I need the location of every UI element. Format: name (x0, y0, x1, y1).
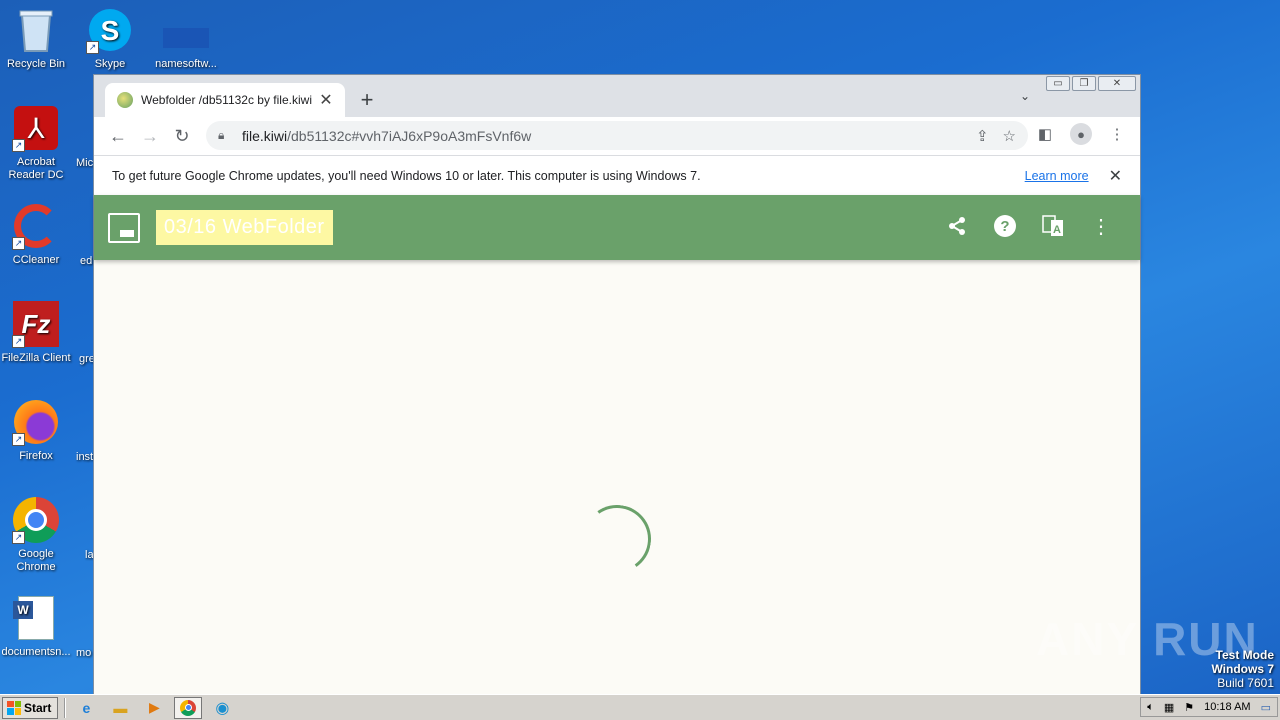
forward-button[interactable]: → (134, 120, 166, 152)
web-page: 03/16 WebFolder ? A ⋮ (94, 195, 1140, 694)
word-document-icon: W (12, 594, 60, 642)
desktop-partial-label: mo (76, 647, 92, 659)
file-explorer-icon[interactable]: ▬ (106, 697, 134, 719)
windows-logo-icon (7, 700, 21, 715)
back-button[interactable]: ← (102, 120, 134, 152)
update-infobar: To get future Google Chrome updates, you… (94, 155, 1140, 195)
chrome-menu-icon[interactable]: ⋮ (1104, 121, 1130, 147)
tab-title: Webfolder /db51132c by file.kiwi (141, 93, 312, 107)
action-center-flag-icon[interactable]: ⚑ (1184, 701, 1194, 714)
browser-tab[interactable]: Webfolder /db51132c by file.kiwi ✕ (105, 83, 345, 117)
system-tray: 🔈︎ ▦ ⚑ 10:18 AM ▭ (1140, 697, 1278, 717)
learn-more-link[interactable]: Learn more (1025, 169, 1089, 183)
desktop-icon-ccleaner[interactable]: ↗ CCleaner (0, 202, 74, 267)
window-controls: ▭ ❐ ✕ (1046, 76, 1136, 91)
firefox-icon: ↗ (12, 398, 60, 446)
media-player-icon[interactable]: ▶ (140, 697, 168, 719)
desktop-icon-namesoftware[interactable]: namesoftw... (148, 6, 224, 71)
gift-box-logo-icon[interactable] (108, 212, 140, 243)
start-button[interactable]: Start (2, 696, 59, 719)
volume-icon[interactable]: 🔈︎ (1147, 701, 1154, 714)
desktop-icon-label: CCleaner (12, 254, 60, 266)
build-line: Build 7601 (1217, 676, 1274, 690)
desktop-partial-label: Mic (76, 157, 94, 169)
desktop-partial-label: inst (76, 451, 94, 463)
lock-icon[interactable]: 🔒︎ (218, 128, 232, 143)
svg-text:A: A (1053, 224, 1061, 236)
desktop-icon-label: Skype (94, 58, 126, 70)
shortcut-arrow-icon: ↗ (12, 531, 25, 544)
folder-title[interactable]: 03/16 WebFolder (156, 210, 333, 245)
shortcut-arrow-icon: ↗ (12, 433, 25, 446)
loading-spinner (577, 499, 657, 579)
chrome-taskbar-icon[interactable] (174, 696, 203, 719)
desktop-icon-recycle-bin[interactable]: Recycle Bin (0, 6, 74, 71)
desktop-icon-label: Firefox (19, 450, 53, 462)
desktop-icon-skype[interactable]: S ↗ Skype (72, 6, 148, 71)
profile-button[interactable]: ● (1068, 121, 1094, 147)
file-icon (162, 6, 210, 54)
desktop-icon-google-chrome[interactable]: ↗ Google Chrome (0, 496, 74, 574)
desktop-icon-label: Google Chrome (16, 548, 56, 573)
test-mode-notice: Test Mode Windows 7 Build 7601 (1211, 648, 1274, 690)
shortcut-arrow-icon: ↗ (12, 139, 25, 152)
skype-icon: S ↗ (86, 6, 134, 54)
test-mode-line: Test Mode (1215, 648, 1274, 662)
clock[interactable]: 10:18 AM (1204, 701, 1250, 713)
shortcut-arrow-icon: ↗ (86, 41, 99, 54)
desktop-icon-label: namesoftw... (155, 58, 217, 70)
share-icon[interactable] (944, 213, 970, 239)
window-close-button[interactable]: ✕ (1098, 76, 1136, 91)
desktop-icon-label: FileZilla Client (1, 352, 71, 364)
tab-close-icon[interactable]: ✕ (317, 90, 335, 110)
windows-version-line: Windows 7 (1211, 662, 1274, 676)
share-icon[interactable]: ⇪ (976, 127, 989, 145)
desktop-icon-filezilla[interactable]: Fz ↗ FileZilla Client (0, 300, 74, 365)
help-icon[interactable]: ? (992, 213, 1018, 239)
acrobat-icon: ⅄ ↗ (12, 104, 60, 152)
reload-button[interactable]: ↻ (166, 120, 198, 152)
side-panel-icon[interactable]: ◧ (1032, 121, 1058, 147)
filezilla-icon: Fz ↗ (12, 300, 60, 348)
desktop-icon-label: Acrobat Reader DC (8, 156, 64, 181)
desktop-icon-label: documentsn... (1, 646, 71, 658)
shortcut-arrow-icon: ↗ (12, 335, 25, 348)
desktop-partial-label: ed (80, 255, 93, 267)
show-desktop-icon[interactable]: ▭ (1261, 701, 1271, 714)
app-header: 03/16 WebFolder ? A ⋮ (94, 195, 1140, 260)
minimize-button[interactable]: ▭ (1046, 76, 1070, 91)
address-bar[interactable]: 🔒︎ file.kiwi/db51132c#vvh7iAJ6xP9oA3mFsV… (206, 121, 1028, 150)
infobar-close-icon[interactable]: ✕ (1109, 166, 1122, 186)
profile-avatar-icon: ● (1070, 123, 1092, 145)
taskbar: Start e ▬ ▶ ◉ 🔈︎ ▦ ⚑ 10:18 AM ▭ (0, 694, 1280, 720)
favicon-icon (117, 92, 133, 108)
desktop-icon-firefox[interactable]: ↗ Firefox (0, 398, 74, 463)
url-text: file.kiwi/db51132c#vvh7iAJ6xP9oA3mFsVnf6… (242, 128, 976, 144)
maximize-button[interactable]: ❐ (1072, 76, 1096, 91)
tab-search-chevron-icon[interactable]: ⌄ (1020, 89, 1030, 103)
shortcut-arrow-icon: ↗ (12, 237, 25, 250)
translate-icon[interactable]: A (1040, 213, 1066, 239)
network-icon[interactable]: ▦ (1164, 701, 1174, 714)
recycle-bin-icon (12, 6, 60, 54)
chrome-icon: ↗ (12, 496, 60, 544)
internet-explorer-icon[interactable]: e (72, 697, 100, 719)
desktop-icon-document[interactable]: W documentsn... (0, 594, 74, 659)
edge-icon[interactable]: ◉ (208, 697, 236, 719)
bookmark-star-icon[interactable]: ☆ (1003, 127, 1016, 145)
more-menu-icon[interactable]: ⋮ (1088, 213, 1114, 239)
infobar-message: To get future Google Chrome updates, you… (112, 168, 701, 183)
desktop-icon-label: Recycle Bin (6, 58, 66, 70)
url-domain: file.kiwi (242, 127, 288, 144)
desktop-icon-acrobat[interactable]: ⅄ ↗ Acrobat Reader DC (0, 104, 74, 182)
browser-toolbar: ← → ↻ 🔒︎ file.kiwi/db51132c#vvh7iAJ6xP9o… (94, 117, 1140, 155)
ccleaner-icon: ↗ (12, 202, 60, 250)
new-tab-button[interactable]: + (356, 87, 378, 113)
url-path: /db51132c#vvh7iAJ6xP9oA3mFsVnf6w (287, 127, 532, 144)
chrome-window: ▭ ❐ ✕ Webfolder /db51132c by file.kiwi ✕… (93, 74, 1141, 694)
taskbar-separator (64, 697, 67, 718)
start-label: Start (24, 700, 52, 715)
